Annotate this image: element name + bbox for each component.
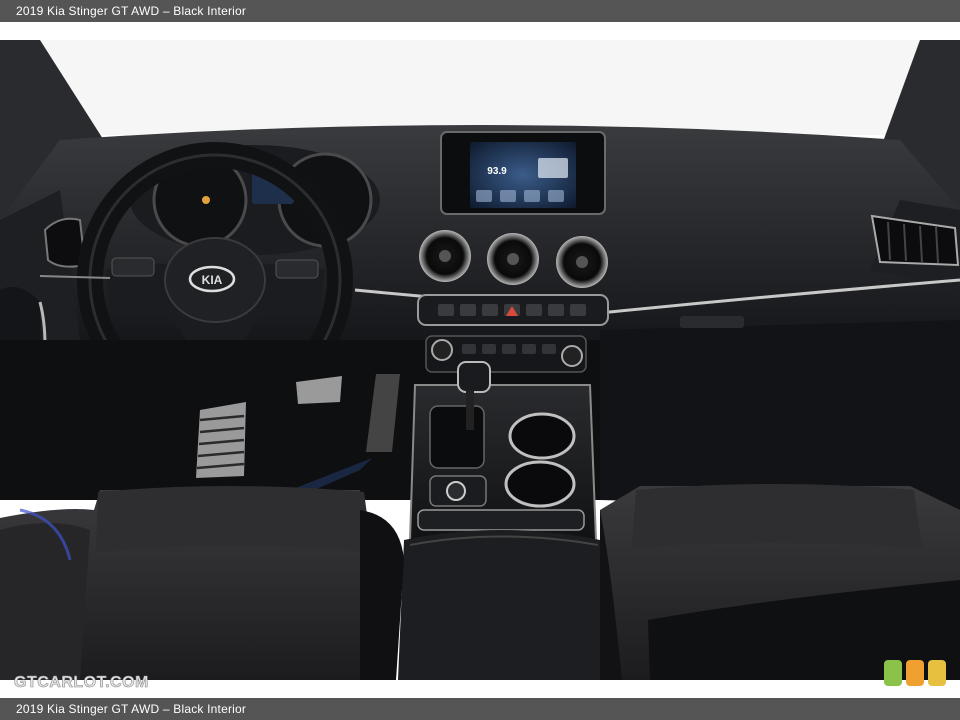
svg-text:KIA: KIA [202,273,223,287]
watermark-text: GTCARLOT.COM [14,674,149,692]
orange-swatch-badge [906,660,924,686]
green-swatch-badge [884,660,902,686]
car-interior-photo: KIA 93.9 [0,40,960,680]
image-caption-top: 2019 Kia Stinger GT AWD – Black Interior [0,0,960,22]
yellow-swatch-badge [928,660,946,686]
color-swatch-badges [884,660,946,686]
image-caption-bottom: 2019 Kia Stinger GT AWD – Black Interior [0,698,960,720]
screen-readout: 93.9 [487,166,507,177]
